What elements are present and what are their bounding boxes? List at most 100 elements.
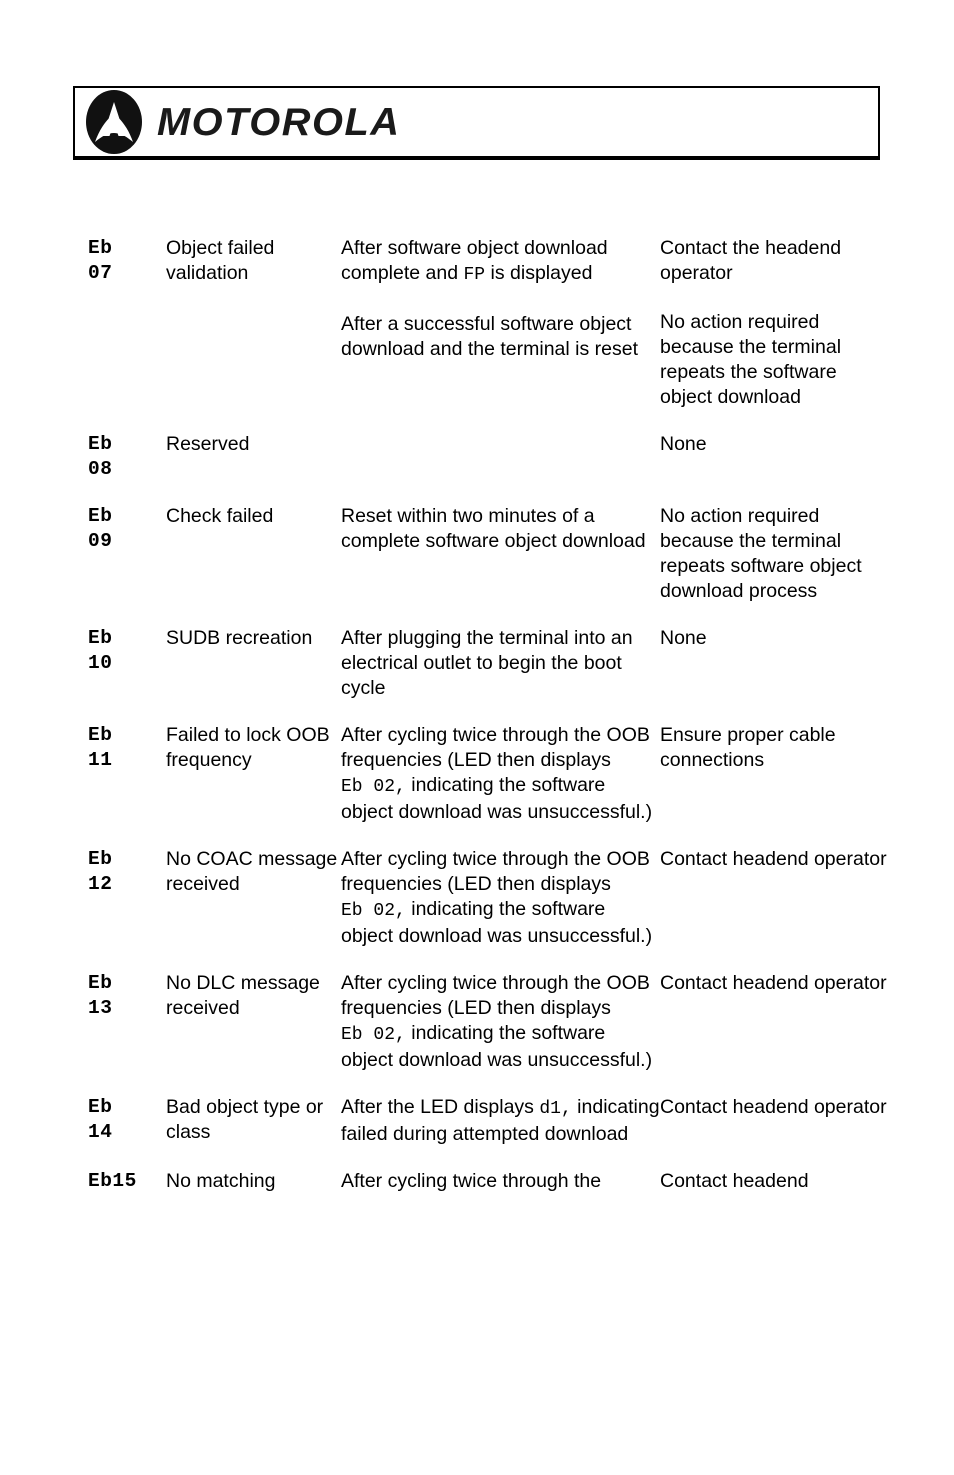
error-action-paragraph: Ensure proper cable connections: [660, 723, 888, 773]
error-code-cell: Eb 09: [88, 504, 166, 626]
inline-text: Contact headend operator: [660, 972, 887, 994]
error-name-cell: Failed to lock OOB frequency: [166, 724, 330, 771]
error-condition-cell: After the LED displays d1, indicating fa…: [341, 1095, 660, 1169]
error-condition-cell: After cycling twice through the OOB freq…: [341, 971, 660, 1095]
inline-text: None: [660, 433, 707, 455]
inline-text: Contact headend operator: [660, 1096, 887, 1118]
error-code-line: 08: [88, 458, 113, 480]
error-name-cell: No DLC message received: [166, 972, 320, 1019]
inline-text: After cycling twice through the OOB freq…: [341, 848, 650, 895]
error-code-cell: Eb 08: [88, 432, 166, 504]
error-name-cell: Bad object type or class: [166, 1096, 324, 1143]
error-code-line: Eb: [88, 848, 113, 870]
error-code-line: Eb: [88, 237, 113, 259]
error-action-paragraph: None: [660, 432, 888, 457]
inline-text: Contact the headend operator: [660, 237, 842, 284]
table-row: Eb15 No matching After cycling twice throu…: [88, 1169, 888, 1194]
error-condition-cell: [341, 432, 660, 504]
inline-text: No action required because the terminal …: [660, 505, 862, 602]
error-action-cell: No action required because the terminal …: [660, 504, 888, 626]
error-code-cell: Eb 14: [88, 1095, 166, 1169]
inline-text: is displayed: [485, 262, 593, 284]
error-code-cell: Eb15: [88, 1169, 166, 1194]
error-code-line: Eb: [88, 1096, 113, 1118]
error-name-cell: SUDB recreation: [166, 627, 313, 649]
error-action-cell: Contact headend operator: [660, 971, 888, 1095]
error-code-cell: Eb 12: [88, 847, 166, 971]
error-code-line: Eb15: [88, 1170, 137, 1192]
inline-text: No action required because the terminal …: [660, 311, 842, 408]
error-code-table: Eb 07 Object failed validation After softwa…: [88, 236, 888, 1194]
inline-text: After a successful software object downl…: [341, 313, 639, 360]
error-action-paragraph: No action required because the terminal …: [660, 310, 888, 410]
error-code-table-body: Eb 07 Object failed validation After softwa…: [88, 236, 888, 1194]
error-name-cell: No COAC message received: [166, 848, 338, 895]
error-action-cell: Contact the headend operator No action re…: [660, 236, 888, 432]
error-action-cell: None: [660, 432, 888, 504]
inline-code: FP: [463, 265, 486, 285]
inline-code: Eb 02,: [341, 777, 406, 797]
error-condition-paragraph: After cycling twice through the OOB freq…: [341, 971, 660, 1073]
error-action-cell: Contact headend: [660, 1169, 888, 1194]
inline-code: Eb 02,: [341, 1025, 406, 1045]
brand-header-box: MOTOROLA: [73, 86, 880, 160]
error-code-cell: Eb 13: [88, 971, 166, 1095]
error-condition-paragraph: Reset within two minutes of a complete s…: [341, 504, 660, 554]
error-condition-cell: After cycling twice through the OOB freq…: [341, 847, 660, 971]
error-code-line: Eb: [88, 433, 113, 455]
error-code-line: 07: [88, 262, 113, 284]
error-code-cell: Eb 07: [88, 236, 166, 432]
error-action-cell: Contact headend operator: [660, 1095, 888, 1169]
error-action-paragraph: Contact the headend operator: [660, 236, 888, 286]
table-row: Eb 13 No DLC message received After cycling…: [88, 971, 888, 1095]
inline-text: Contact headend operator: [660, 848, 887, 870]
error-action-paragraph: Contact headend operator: [660, 971, 888, 996]
error-code-line: 09: [88, 530, 113, 552]
error-name-cell: Object failed validation: [166, 237, 275, 284]
table-row: Eb 14 Bad object type or class After the LE…: [88, 1095, 888, 1169]
error-action-cell: Contact headend operator: [660, 847, 888, 971]
error-condition-cell: After plugging the terminal into an elec…: [341, 626, 660, 723]
error-condition-paragraph: After a successful software object downl…: [341, 312, 660, 362]
motorola-batwing-icon: [86, 90, 142, 154]
inline-text: Ensure proper cable connections: [660, 724, 836, 771]
error-condition-paragraph: After the LED displays d1, indicating fa…: [341, 1095, 660, 1147]
error-condition-cell: After cycling twice through the: [341, 1169, 660, 1194]
inline-text: After the LED displays: [341, 1096, 540, 1118]
error-code-line: Eb: [88, 724, 113, 746]
error-condition-cell: After software object download complete …: [341, 236, 660, 432]
inline-text: Reset within two minutes of a complete s…: [341, 505, 646, 552]
error-name-cell: Reserved: [166, 433, 250, 455]
error-action-cell: None: [660, 626, 888, 723]
motorola-wordmark: MOTOROLA: [157, 100, 401, 144]
error-action-paragraph: Contact headend operator: [660, 847, 888, 872]
error-condition-paragraph: After cycling twice through the OOB freq…: [341, 723, 660, 825]
error-code-line: Eb: [88, 505, 113, 527]
error-code-line: 13: [88, 997, 113, 1019]
table-row: Eb 12 No COAC message received After cyclin…: [88, 847, 888, 971]
error-condition-cell: Reset within two minutes of a complete s…: [341, 504, 660, 626]
inline-text: After plugging the terminal into an elec…: [341, 627, 633, 699]
error-name-cell: Check failed: [166, 505, 274, 527]
brand-logo-group: MOTOROLA: [85, 88, 399, 156]
inline-text: Contact headend: [660, 1170, 809, 1192]
error-action-paragraph: Contact headend: [660, 1169, 888, 1194]
table-row: Eb 11 Failed to lock OOB frequency After cy…: [88, 723, 888, 847]
error-action-paragraph: No action required because the terminal …: [660, 504, 888, 604]
inline-text: After cycling twice through the OOB freq…: [341, 724, 650, 771]
error-code-line: 10: [88, 652, 113, 674]
error-code-line: 11: [88, 749, 113, 771]
error-action-paragraph: None: [660, 626, 888, 651]
inline-code: Eb 02,: [341, 901, 406, 921]
error-action-paragraph: Contact headend operator: [660, 1095, 888, 1120]
error-code-cell: Eb 10: [88, 626, 166, 723]
inline-text: None: [660, 627, 707, 649]
table-row: Eb 08 Reserved None: [88, 432, 888, 504]
error-code-cell: Eb 11: [88, 723, 166, 847]
inline-code: d1,: [539, 1099, 572, 1119]
error-condition-paragraph: After cycling twice through the: [341, 1169, 660, 1194]
table-row: Eb 07 Object failed validation After softwa…: [88, 236, 888, 432]
error-code-line: 12: [88, 873, 113, 895]
error-code-line: Eb: [88, 972, 113, 994]
error-code-line: Eb: [88, 627, 113, 649]
